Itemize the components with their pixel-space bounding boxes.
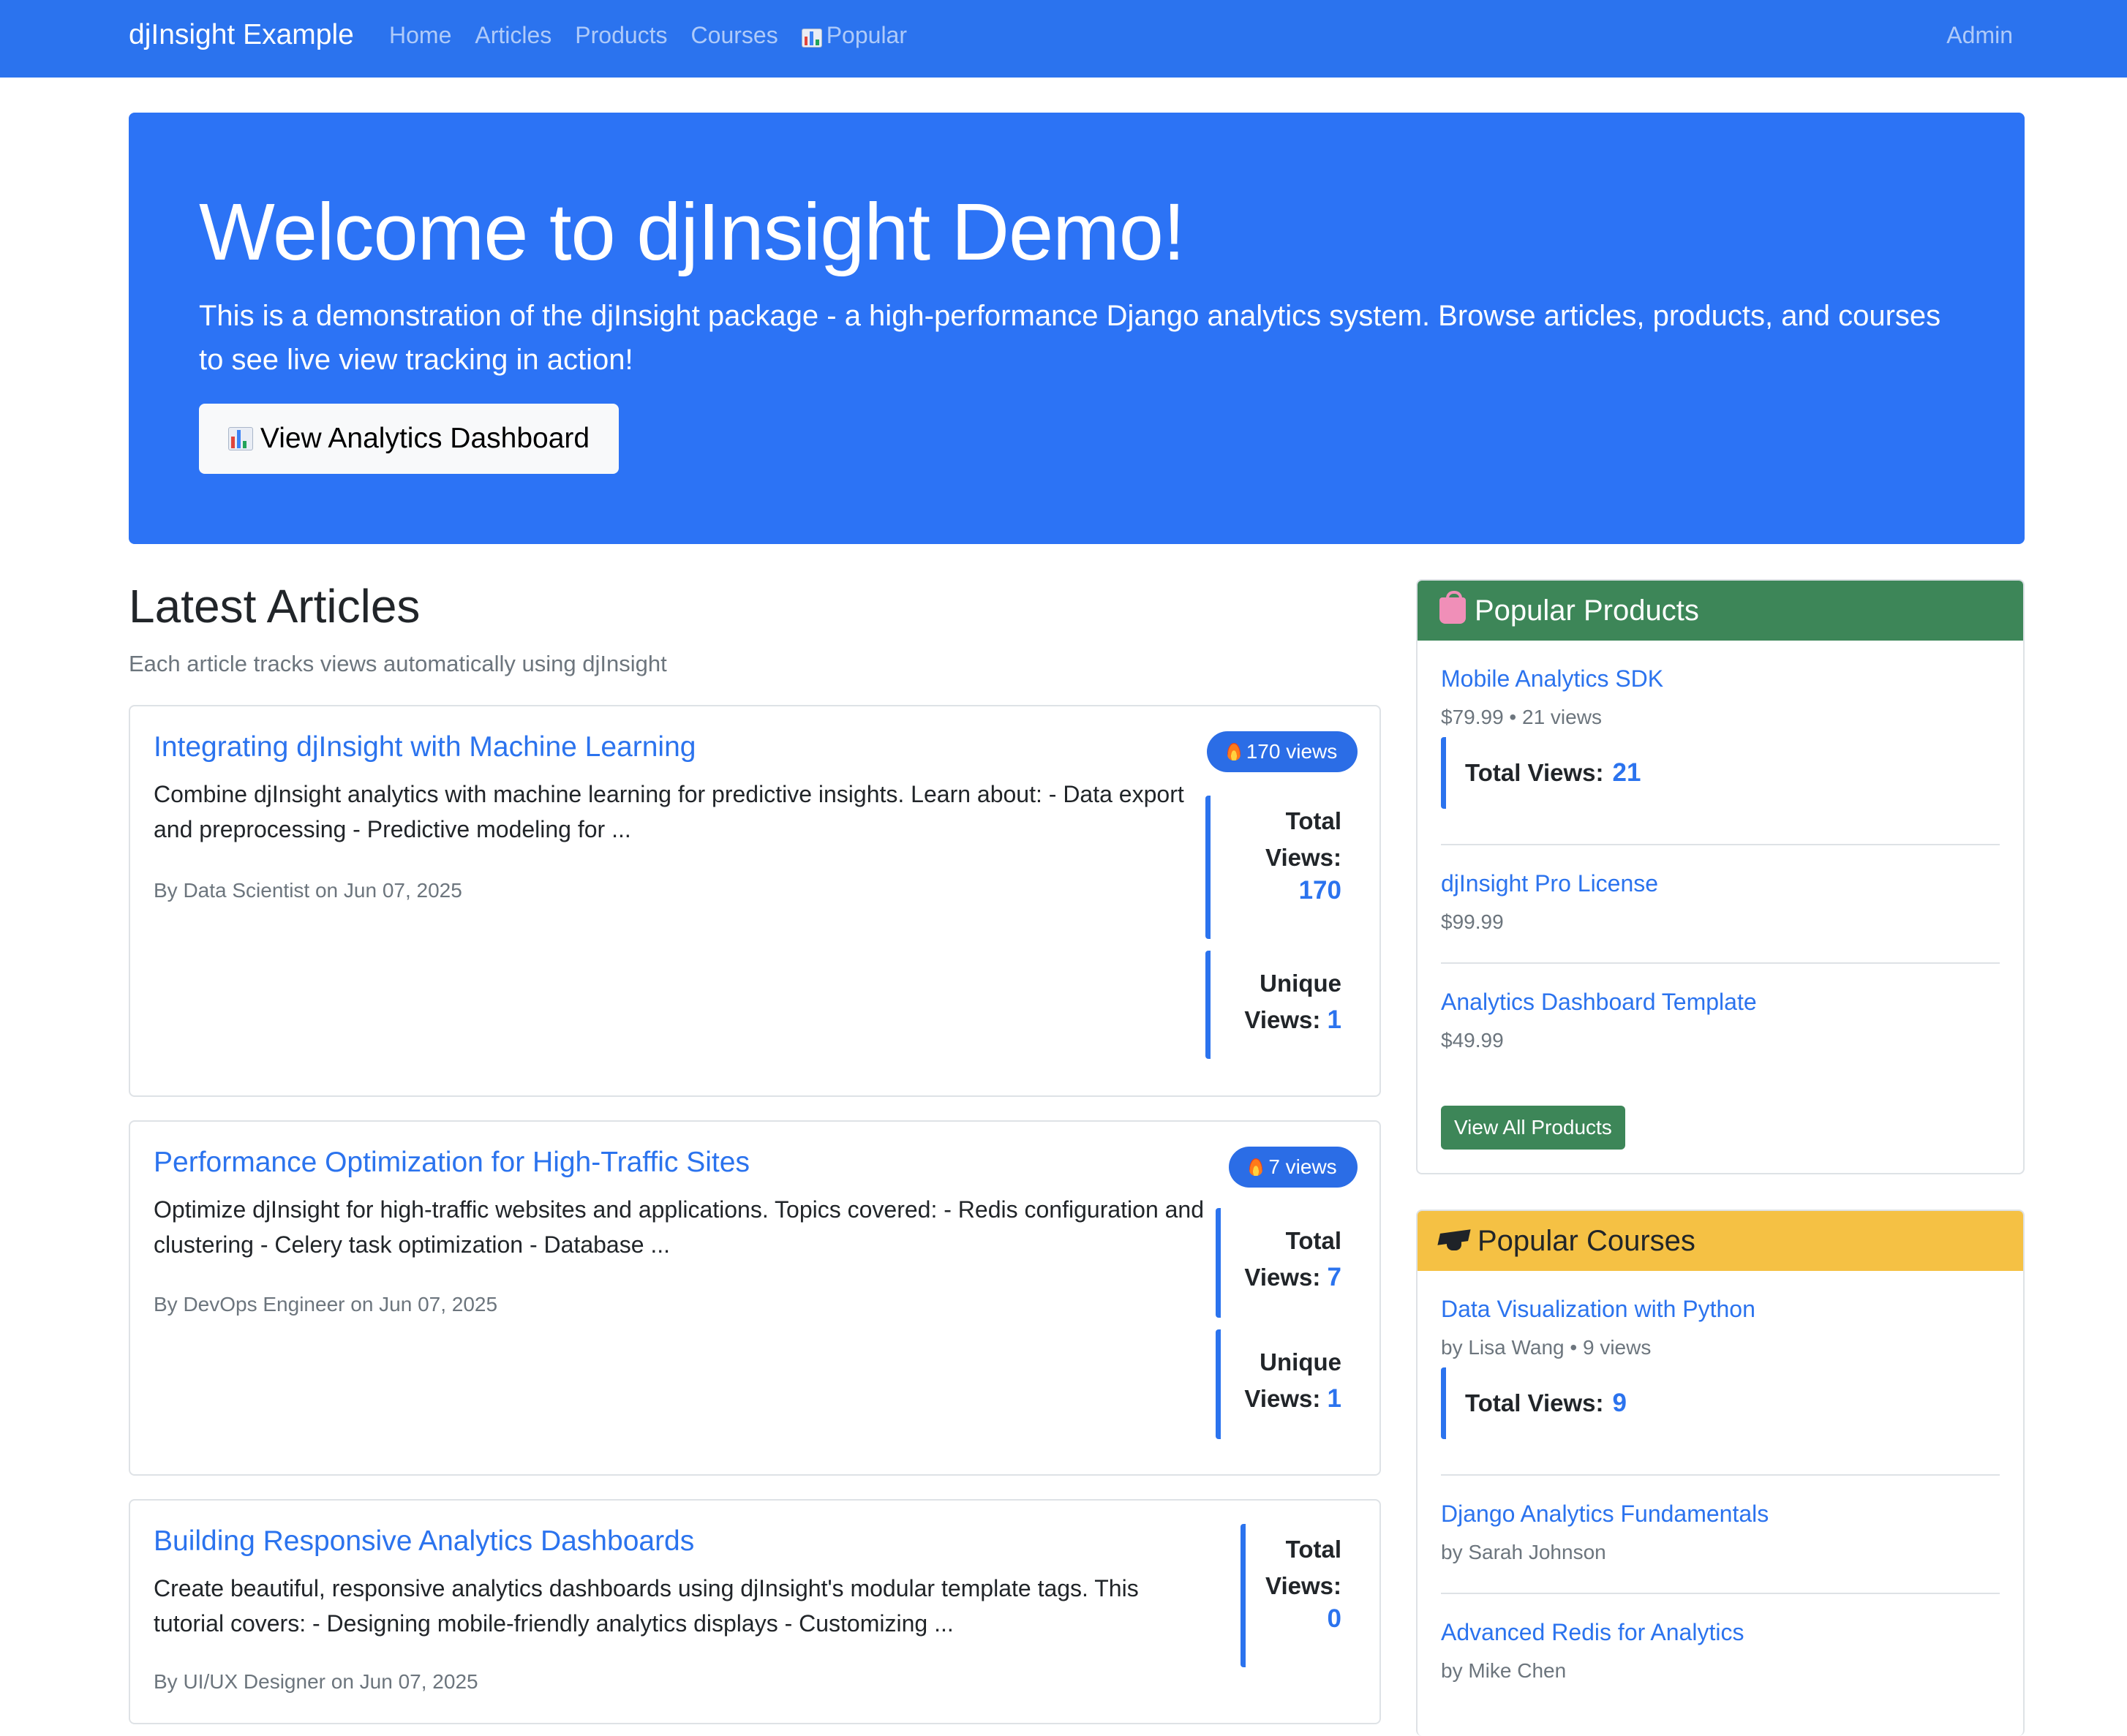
article-title-link[interactable]: Performance Optimization for High-Traffi… — [154, 1147, 750, 1179]
nav-link-popular-label: Popular — [826, 22, 907, 48]
article-meta: By Data Scientist on Jun 07, 2025 — [154, 879, 462, 902]
popular-products-header: Popular Products — [1418, 581, 2023, 641]
nav-links: Home Articles Products Courses Popular — [389, 22, 907, 49]
popular-products-title: Popular Products — [1475, 594, 1699, 627]
shopping-bag-icon — [1439, 591, 1466, 624]
product-total-views-value: 21 — [1612, 758, 1641, 787]
unique-views-row: Views: 1 — [1221, 1381, 1341, 1417]
unique-views-stat: Unique Views: 1 — [1216, 1329, 1359, 1439]
popular-courses-header: Popular Courses — [1418, 1211, 2023, 1271]
product-meta: $49.99 — [1441, 1029, 1504, 1052]
total-views-label-line2: Views: — [1265, 1572, 1341, 1599]
unique-views-label-line2: Views: — [1244, 1385, 1321, 1412]
unique-views-value: 1 — [1327, 1005, 1341, 1034]
nav-link-courses[interactable]: Courses — [691, 22, 778, 49]
total-views-label-line2: Views: — [1244, 1264, 1321, 1291]
latest-articles-heading: Latest Articles — [129, 580, 421, 633]
unique-views-label-line1: Unique — [1260, 1348, 1341, 1375]
course-item: Data Visualization with Python by Lisa W… — [1441, 1296, 2000, 1359]
fire-icon — [1249, 1158, 1263, 1176]
nav-link-articles[interactable]: Articles — [475, 22, 551, 49]
product-item: Analytics Dashboard Template $49.99 — [1441, 989, 2000, 1052]
article-excerpt: Combine djInsight analytics with machine… — [154, 781, 1184, 842]
product-meta: $99.99 — [1441, 910, 1504, 933]
course-total-views-label: Total Views: — [1465, 1389, 1604, 1416]
total-views-stat: Total Views: 0 — [1241, 1524, 1359, 1667]
bar-chart-icon — [227, 427, 253, 450]
unique-views-row: Views: 1 — [1211, 1002, 1341, 1038]
course-meta: by Lisa Wang • 9 views — [1441, 1336, 1652, 1359]
article-title-link[interactable]: Building Responsive Analytics Dashboards — [154, 1525, 694, 1558]
popular-products-card: Popular Products Mobile Analytics SDK $7… — [1416, 579, 2025, 1174]
nav-link-popular[interactable]: Popular — [801, 22, 907, 49]
total-views-row: Views: 7 — [1221, 1259, 1341, 1296]
views-badge: 170 views — [1207, 731, 1358, 772]
views-badge: 7 views — [1229, 1147, 1358, 1188]
hero-text: This is a demonstration of the djInsight… — [199, 300, 1941, 376]
unique-views-label-line1: Unique — [1260, 970, 1341, 997]
popular-courses-title: Popular Courses — [1477, 1224, 1695, 1257]
product-item: Mobile Analytics SDK $79.99 • 21 views — [1441, 665, 2000, 729]
total-views-value: 170 — [1298, 876, 1341, 905]
hero-button-label: View Analytics Dashboard — [260, 423, 590, 454]
popular-courses-card: Popular Courses Data Visualization with … — [1416, 1209, 2025, 1736]
product-total-views-label: Total Views: — [1465, 759, 1604, 786]
product-title-link[interactable]: Mobile Analytics SDK — [1441, 665, 1663, 692]
product-title-link[interactable]: Analytics Dashboard Template — [1441, 989, 1757, 1015]
course-title-link[interactable]: Django Analytics Fundamentals — [1441, 1501, 1769, 1527]
article-excerpt: Optimize djInsight for high-traffic webs… — [154, 1196, 1205, 1258]
total-views-value: 7 — [1327, 1263, 1341, 1291]
navbar: djInsight Example Home Articles Products… — [0, 0, 2127, 78]
total-views-label-line1: Total — [1285, 1536, 1341, 1563]
divider — [1441, 1593, 2000, 1594]
course-meta: by Sarah Johnson — [1441, 1541, 1606, 1563]
unique-views-value: 1 — [1327, 1384, 1341, 1413]
view-all-products-button[interactable]: View All Products — [1441, 1106, 1625, 1150]
latest-articles-subtitle: Each article tracks views automatically … — [129, 651, 667, 676]
product-total-views-stat: Total Views: 21 — [1441, 737, 1641, 809]
navbar-brand[interactable]: djInsight Example — [129, 19, 354, 51]
course-title-link[interactable]: Data Visualization with Python — [1441, 1296, 1755, 1322]
course-total-views-stat: Total Views: 9 — [1441, 1367, 1627, 1439]
total-views-stat: Total Views: 7 — [1216, 1208, 1359, 1318]
total-views-label-line1: Total — [1285, 1227, 1341, 1254]
nav-link-products[interactable]: Products — [575, 22, 667, 49]
unique-views-stat: Unique Views: 1 — [1205, 951, 1359, 1059]
product-item: djInsight Pro License $99.99 — [1441, 870, 2000, 934]
article-card: Integrating djInsight with Machine Learn… — [129, 705, 1381, 1097]
unique-views-label-line2: Views: — [1244, 1006, 1321, 1033]
article-card: Building Responsive Analytics Dashboards… — [129, 1499, 1381, 1724]
course-item: Django Analytics Fundamentals by Sarah J… — [1441, 1501, 2000, 1564]
article-meta: By DevOps Engineer on Jun 07, 2025 — [154, 1293, 498, 1316]
views-badge-label: 7 views — [1268, 1155, 1337, 1178]
divider — [1441, 1474, 2000, 1476]
course-item: Advanced Redis for Analytics by Mike Che… — [1441, 1619, 2000, 1683]
divider — [1441, 962, 2000, 964]
bar-chart-icon — [801, 29, 822, 48]
nav-link-home[interactable]: Home — [389, 22, 451, 49]
hero-jumbotron: Welcome to djInsight Demo! This is a dem… — [129, 113, 2025, 544]
article-card: Performance Optimization for High-Traffi… — [129, 1120, 1381, 1476]
fire-icon — [1227, 743, 1241, 761]
product-title-link[interactable]: djInsight Pro License — [1441, 870, 1658, 897]
total-views-stat: Total Views: 170 — [1205, 796, 1359, 939]
graduation-cap-icon — [1439, 1230, 1469, 1252]
article-title-link[interactable]: Integrating djInsight with Machine Learn… — [154, 731, 696, 763]
divider — [1441, 844, 2000, 845]
course-total-views-value: 9 — [1612, 1389, 1627, 1417]
total-views-label-line2: Views: — [1265, 844, 1341, 871]
total-views-value: 0 — [1327, 1604, 1341, 1633]
hero-title: Welcome to djInsight Demo! — [199, 187, 1186, 277]
total-views-label-line1: Total — [1285, 807, 1341, 834]
course-meta: by Mike Chen — [1441, 1659, 1567, 1682]
view-analytics-dashboard-button[interactable]: View Analytics Dashboard — [199, 404, 619, 474]
article-excerpt: Create beautiful, responsive analytics d… — [154, 1575, 1139, 1637]
views-badge-label: 170 views — [1246, 740, 1338, 763]
nav-link-admin[interactable]: Admin — [1946, 22, 2013, 49]
article-meta: By UI/UX Designer on Jun 07, 2025 — [154, 1670, 478, 1693]
product-meta: $79.99 • 21 views — [1441, 706, 1602, 728]
course-title-link[interactable]: Advanced Redis for Analytics — [1441, 1619, 1744, 1645]
